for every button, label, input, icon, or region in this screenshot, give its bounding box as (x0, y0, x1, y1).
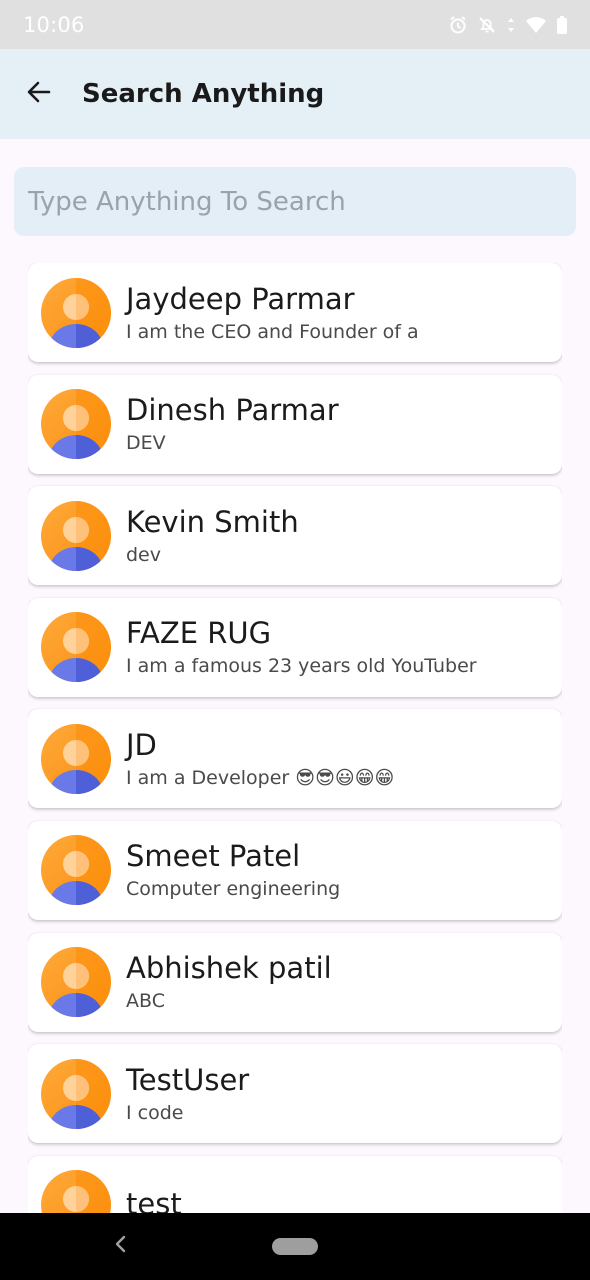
avatar-icon (41, 723, 111, 794)
user-name: TestUser (126, 1062, 250, 1097)
user-name: JD (126, 727, 157, 762)
home-pill-icon[interactable] (272, 1238, 318, 1255)
user-bio: I am a famous 23 years old YouTuber (126, 655, 477, 678)
user-name: Abhishek patil (126, 951, 332, 986)
status-icons (448, 15, 568, 35)
arrow-left-icon (25, 78, 53, 110)
alarm-icon (448, 15, 468, 35)
user-bio: I code (126, 1101, 184, 1124)
card-text: test (126, 1186, 182, 1213)
avatar-icon (41, 612, 111, 683)
avatar-icon (41, 835, 111, 906)
card-text: Smeet Patel Computer engineering (126, 838, 340, 902)
card-text: JD I am a Developer 😎😎😃😁😁 (126, 727, 394, 791)
user-card[interactable]: FAZE RUG I am a famous 23 years old YouT… (28, 597, 562, 697)
avatar-icon (41, 500, 111, 571)
nav-back-button[interactable] (108, 1233, 134, 1259)
card-text: FAZE RUG I am a famous 23 years old YouT… (126, 615, 477, 679)
user-name: Smeet Patel (126, 839, 301, 874)
card-text: TestUser I code (126, 1062, 249, 1126)
avatar-icon (41, 389, 111, 460)
page-title: Search Anything (82, 79, 325, 109)
user-bio: Computer engineering (126, 878, 341, 901)
user-list: Jaydeep Parmar I am the CEO and Founder … (28, 263, 562, 1213)
status-time: 10:06 (23, 12, 85, 37)
card-text: Jaydeep Parmar I am the CEO and Founder … (126, 281, 419, 345)
battery-icon (556, 15, 568, 35)
app-bar: Search Anything (0, 49, 590, 139)
user-card[interactable]: JD I am a Developer 😎😎😃😁😁 (28, 709, 562, 809)
card-text: Dinesh Parmar DEV (126, 392, 339, 456)
avatar-icon (41, 277, 111, 348)
system-nav-bar (0, 1213, 590, 1280)
user-card[interactable]: Kevin Smith dev (28, 486, 562, 586)
user-card[interactable]: TestUser I code (28, 1044, 562, 1144)
user-bio: I am a Developer 😎😎😃😁😁 (126, 766, 395, 789)
status-bar: 10:06 (0, 0, 590, 49)
back-button[interactable] (11, 66, 67, 122)
notifications-off-icon (477, 15, 497, 35)
user-card[interactable]: Dinesh Parmar DEV (28, 374, 562, 474)
avatar-icon (41, 1058, 111, 1129)
user-card[interactable]: test (28, 1155, 562, 1213)
user-name: test (126, 1187, 182, 1213)
card-text: Kevin Smith dev (126, 504, 299, 568)
user-name: Dinesh Parmar (126, 393, 339, 428)
avatar-icon (41, 947, 111, 1018)
avatar-icon (41, 1170, 111, 1213)
user-bio: ABC (126, 990, 165, 1013)
search-input[interactable] (28, 186, 576, 217)
user-name: Kevin Smith (126, 504, 299, 539)
user-card[interactable]: Jaydeep Parmar I am the CEO and Founder … (28, 263, 562, 362)
user-bio: I am the CEO and Founder of a (126, 320, 419, 343)
user-name: Jaydeep Parmar (126, 281, 355, 316)
search-box[interactable] (14, 167, 576, 236)
user-name: FAZE RUG (126, 616, 272, 651)
card-text: Abhishek patil ABC (126, 950, 332, 1014)
user-card[interactable]: Abhishek patil ABC (28, 932, 562, 1032)
nav-back-icon (114, 1235, 128, 1257)
wifi-icon (525, 15, 547, 35)
user-bio: DEV (126, 432, 166, 455)
user-card[interactable]: Smeet Patel Computer engineering (28, 820, 562, 920)
data-arrows-icon (506, 15, 516, 35)
user-bio: dev (126, 543, 161, 566)
